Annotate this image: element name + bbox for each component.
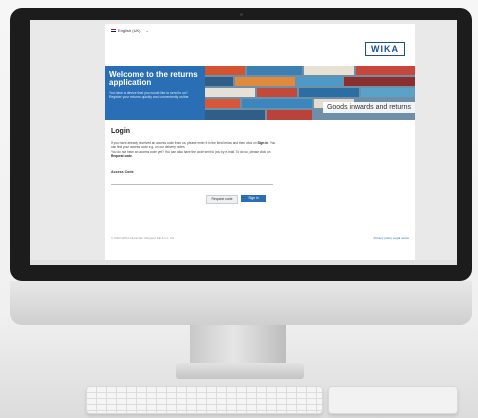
screen: English (UK) ⌄ WIKA Welcome to the retur… [30, 20, 457, 265]
trackpad [328, 386, 458, 414]
hero-title: Welcome to the returns application [109, 70, 198, 87]
login-title: Login [111, 128, 131, 135]
instruction-text-2: You do not have an access code yet? You … [111, 149, 271, 154]
monitor-stand-base [176, 363, 304, 379]
copyright-text: © 2023 WIKA Alexander Wiegand SE & Co. K… [111, 236, 175, 240]
language-selector[interactable]: English (UK) ⌄ [111, 28, 149, 33]
uk-flag-icon [111, 29, 116, 32]
hero-subtitle: You have a device that you would like to… [109, 91, 190, 100]
camera-icon [240, 13, 243, 16]
shipping-containers-image: Goods inwards and returns [205, 66, 415, 120]
chevron-down-icon: ⌄ [145, 28, 149, 33]
access-code-label: Access Code [111, 170, 134, 174]
page-footer: © 2023 WIKA Alexander Wiegand SE & Co. K… [105, 230, 415, 260]
screen-bottom-strip [30, 260, 457, 265]
monitor-stand [190, 325, 286, 365]
hero-banner: Welcome to the returns application You h… [105, 66, 415, 120]
instruction-request-bold: Request code [111, 153, 132, 158]
instruction-signin-bold: Sign in [257, 141, 269, 145]
monitor-chin [10, 281, 472, 325]
hero-caption: Goods inwards and returns [322, 102, 415, 113]
login-instructions: If you have already received an access c… [111, 141, 281, 158]
keyboard [86, 386, 323, 414]
sign-in-button[interactable]: Sign in [241, 195, 266, 202]
request-code-button[interactable]: Request code [206, 195, 238, 204]
instruction-text-2-end: . [131, 153, 133, 158]
hero-text-panel: Welcome to the returns application You h… [105, 66, 205, 120]
wika-logo[interactable]: WIKA [365, 42, 405, 56]
language-label: English (UK) [118, 28, 141, 33]
access-code-input[interactable] [111, 177, 273, 185]
web-page: English (UK) ⌄ WIKA Welcome to the retur… [105, 24, 415, 260]
footer-links[interactable]: Privacy policy Legal notice [374, 236, 409, 240]
